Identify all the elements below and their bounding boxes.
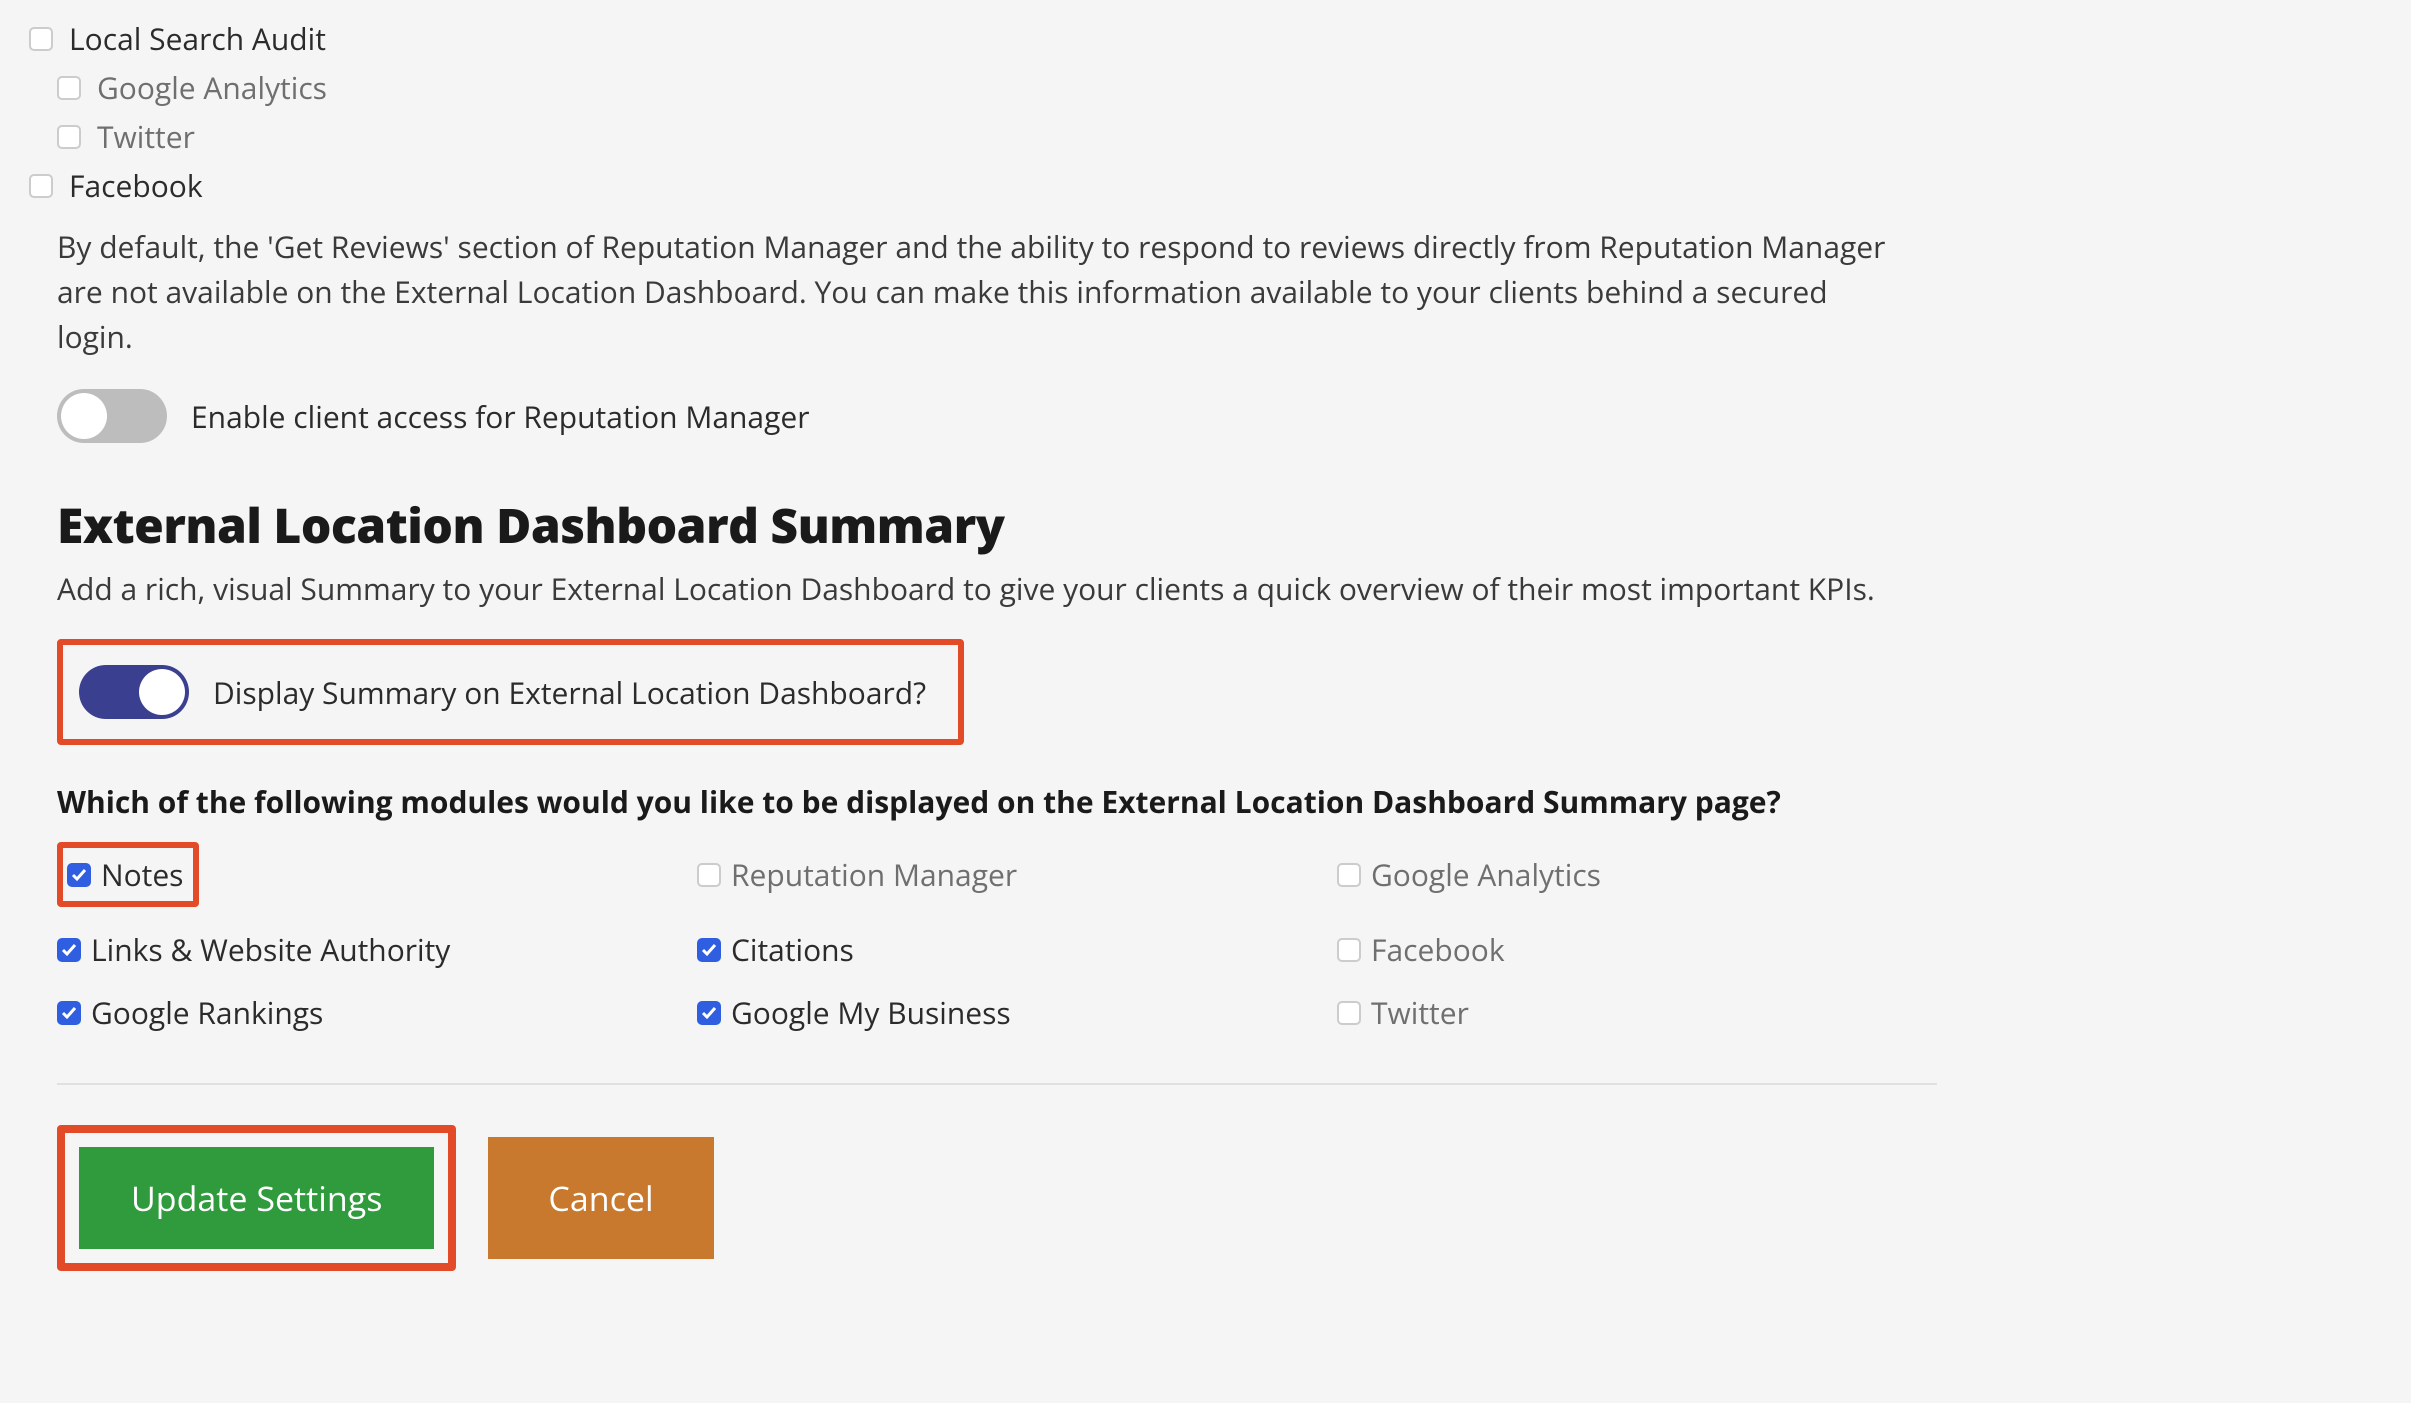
checkbox-row-google-analytics: Google Analytics (57, 67, 2361, 108)
display-summary-label: Display Summary on External Location Das… (213, 672, 926, 713)
modules-question: Which of the following modules would you… (57, 781, 2361, 822)
modules-grid: Notes Reputation Manager Google Analytic… (57, 842, 2361, 1033)
module-cell-google-my-business: Google My Business (697, 992, 1337, 1033)
divider (57, 1083, 1937, 1085)
checkbox-google-analytics[interactable] (57, 76, 81, 100)
checkbox-label: Local Search Audit (69, 18, 326, 59)
checkbox-module-google-analytics[interactable] (1337, 863, 1361, 887)
checkbox-google-rankings[interactable] (57, 1001, 81, 1025)
display-summary-toggle[interactable] (79, 665, 189, 719)
checkbox-notes[interactable] (67, 863, 91, 887)
checkbox-citations[interactable] (697, 938, 721, 962)
notes-highlight: Notes (57, 842, 199, 907)
summary-section-title: External Location Dashboard Summary (57, 493, 2361, 558)
module-cell-facebook: Facebook (1337, 929, 1977, 970)
update-button-highlight: Update Settings (57, 1125, 456, 1271)
module-label: Google My Business (731, 992, 1011, 1033)
enable-client-access-label: Enable client access for Reputation Mana… (191, 396, 810, 437)
checkbox-google-my-business[interactable] (697, 1001, 721, 1025)
checkbox-row-twitter: Twitter (57, 116, 2361, 157)
module-label: Notes (101, 854, 183, 895)
checkbox-row-facebook: Facebook (29, 165, 2361, 206)
module-label: Citations (731, 929, 854, 970)
module-cell-google-rankings: Google Rankings (57, 992, 697, 1033)
module-cell-twitter: Twitter (1337, 992, 1977, 1033)
checkbox-module-facebook[interactable] (1337, 938, 1361, 962)
settings-page: Local Search Audit Google Analytics Twit… (0, 0, 2411, 1321)
actions-row: Update Settings Cancel (57, 1125, 2361, 1271)
enable-client-access-toggle[interactable] (57, 389, 167, 443)
module-label: Google Analytics (1371, 854, 1601, 895)
checkbox-label: Google Analytics (97, 67, 327, 108)
checkbox-module-twitter[interactable] (1337, 1001, 1361, 1025)
summary-toggle-highlight: Display Summary on External Location Das… (57, 639, 2361, 745)
module-label: Reputation Manager (731, 854, 1017, 895)
module-cell-citations: Citations (697, 929, 1337, 970)
checkbox-label: Facebook (69, 165, 203, 206)
checkbox-label: Twitter (97, 116, 195, 157)
module-cell-notes: Notes (57, 842, 697, 907)
module-label: Google Rankings (91, 992, 323, 1033)
update-settings-button[interactable]: Update Settings (79, 1147, 434, 1249)
checkbox-facebook[interactable] (29, 174, 53, 198)
module-cell-reputation-manager: Reputation Manager (697, 854, 1337, 895)
checkbox-links-authority[interactable] (57, 938, 81, 962)
checkbox-local-search-audit[interactable] (29, 27, 53, 51)
module-cell-links-authority: Links & Website Authority (57, 929, 697, 970)
checkbox-reputation-manager[interactable] (697, 863, 721, 887)
checkbox-twitter[interactable] (57, 125, 81, 149)
info-paragraph: By default, the 'Get Reviews' section of… (57, 224, 1907, 359)
module-label: Facebook (1371, 929, 1505, 970)
checkbox-row-local-search-audit: Local Search Audit (29, 18, 2361, 59)
cancel-button[interactable]: Cancel (488, 1137, 713, 1259)
module-label: Links & Website Authority (91, 929, 450, 970)
summary-section-description: Add a rich, visual Summary to your Exter… (57, 568, 2361, 609)
toggle-knob (139, 669, 185, 715)
toggle-knob (61, 393, 107, 439)
enable-client-access-row: Enable client access for Reputation Mana… (57, 389, 2361, 443)
module-cell-google-analytics: Google Analytics (1337, 854, 1977, 895)
module-label: Twitter (1371, 992, 1469, 1033)
